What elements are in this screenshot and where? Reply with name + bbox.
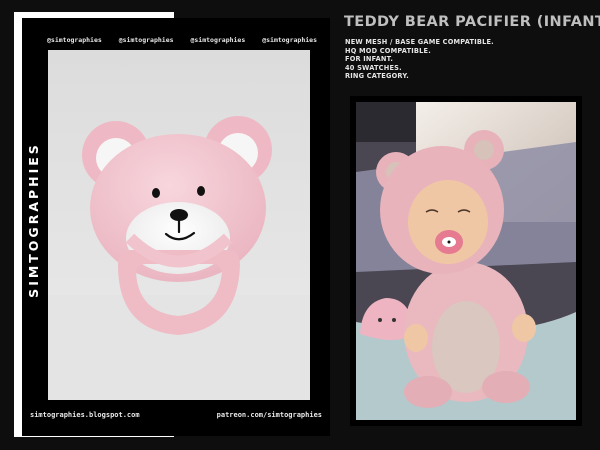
watermark-text: @simtographies xyxy=(47,36,102,44)
feature-list: NEW MESH / BASE GAME COMPATIBLE. HQ MOD … xyxy=(345,38,494,81)
feature-item: RING CATEGORY. xyxy=(345,72,409,81)
watermark-text: @simtographies xyxy=(190,36,246,44)
feature-item: FOR INFANT. xyxy=(345,55,394,64)
pacifier-render-image xyxy=(48,50,310,400)
bear-eye-right xyxy=(197,186,205,196)
watermark-text: @simtographies xyxy=(262,36,317,44)
watermark-text: @simtographies xyxy=(118,36,174,44)
product-title: TEDDY BEAR PACIFIER (INFANT) xyxy=(344,14,600,30)
infant-preview-image xyxy=(350,96,582,426)
feature-item: 40 SWATCHES. xyxy=(345,63,402,72)
bear-eye-left xyxy=(152,188,160,198)
patreon-link[interactable]: patreon.com/simtographies xyxy=(217,411,322,419)
feature-item: HQ MOD COMPATIBLE. xyxy=(345,46,431,55)
feature-item: NEW MESH / BASE GAME COMPATIBLE. xyxy=(345,38,494,46)
brand-vertical-text: SIMTOGRAPHIES xyxy=(26,142,41,298)
watermark-row: @simtographies @simtographies @simtograp… xyxy=(47,36,317,48)
blog-link[interactable]: simtographies.blogspot.com xyxy=(30,411,140,419)
